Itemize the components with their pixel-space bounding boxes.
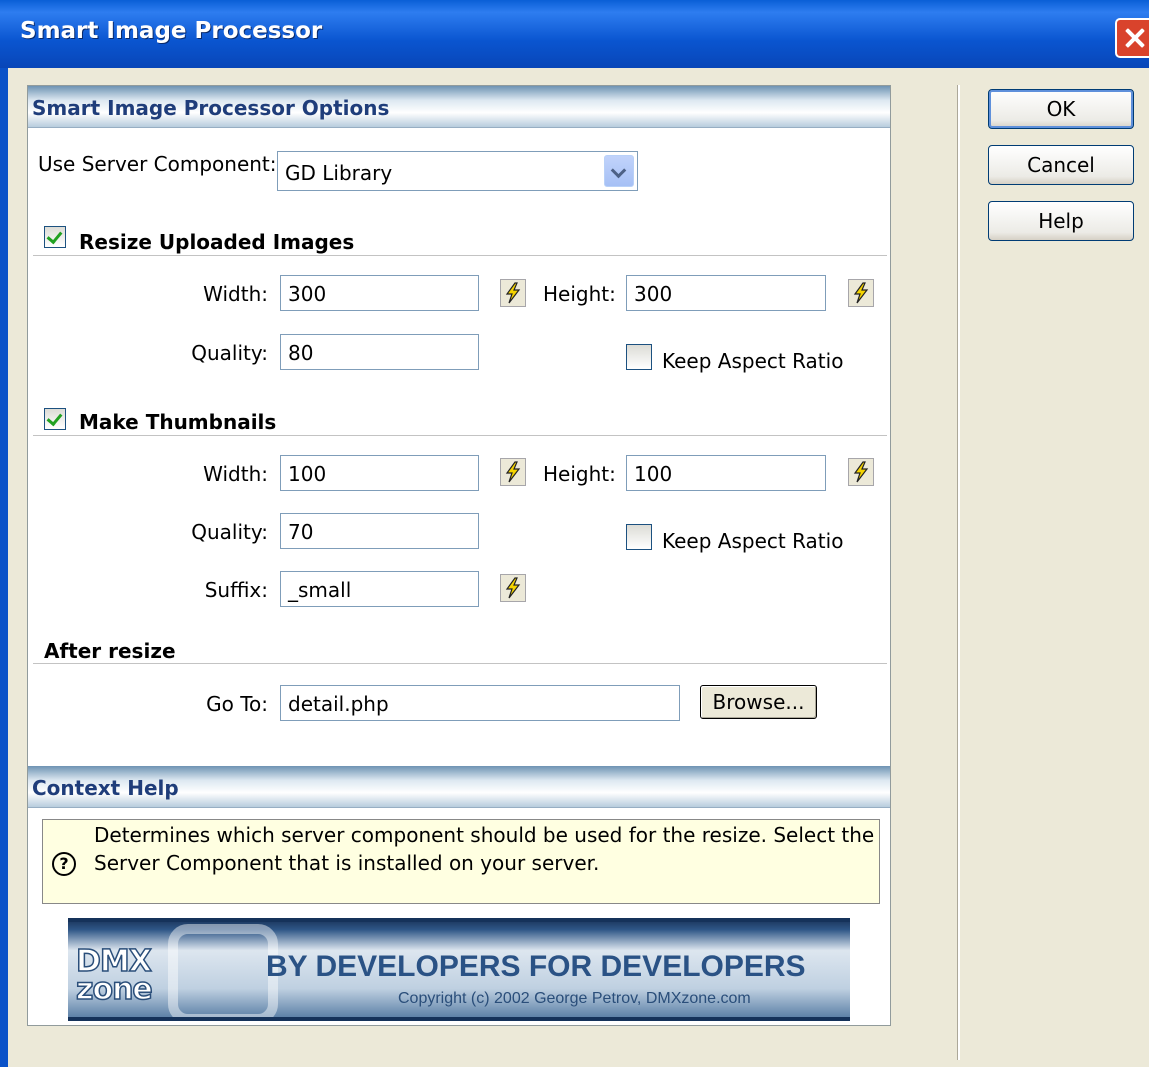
thumb-quality-input[interactable]: 70 — [280, 513, 479, 549]
after-resize-heading: After resize — [44, 639, 176, 663]
window-frame-left — [0, 68, 8, 1067]
resize-quality-input[interactable]: 80 — [280, 334, 479, 370]
lightning-bolt-icon[interactable] — [500, 574, 526, 602]
banner-copyright: Copyright (c) 2002 George Petrov, DMXzon… — [398, 990, 751, 1007]
thumb-suffix-input[interactable]: _small — [280, 571, 479, 607]
banner-slogan: BY DEVELOPERS FOR DEVELOPERS — [266, 950, 806, 983]
lightning-bolt-icon[interactable] — [848, 279, 874, 307]
resize-quality-label: Quality: — [191, 341, 268, 365]
thumb-quality-label: Quality: — [191, 520, 268, 544]
close-icon[interactable] — [1115, 18, 1149, 58]
thumb-height-label: Height: — [543, 462, 616, 486]
context-help-line2: Server Component that is installed on yo… — [94, 851, 600, 875]
resize-width-label: Width: — [203, 282, 268, 306]
cancel-button[interactable]: Cancel — [988, 145, 1134, 185]
resize-width-input[interactable]: 300 — [280, 275, 479, 311]
goto-label: Go To: — [206, 692, 268, 716]
divider — [33, 435, 887, 436]
divider — [33, 255, 887, 256]
resize-keep-aspect-label: Keep Aspect Ratio — [662, 349, 844, 373]
server-component-select[interactable]: GD Library — [277, 151, 638, 191]
divider — [33, 663, 887, 664]
dmxzone-logo: DMX zone — [75, 946, 153, 1007]
options-header: Smart Image Processor Options — [28, 86, 890, 128]
resize-keep-aspect-checkbox[interactable] — [626, 344, 652, 370]
resize-height-input[interactable]: 300 — [626, 275, 826, 311]
dmxzone-banner: DMX zone BY DEVELOPERS FOR DEVELOPERS Co… — [68, 918, 850, 1021]
window-title: Smart Image Processor — [20, 18, 323, 44]
goto-input[interactable]: detail.php — [280, 685, 680, 721]
resize-height-label: Height: — [543, 282, 616, 306]
server-component-label: Use Server Component: — [38, 152, 277, 176]
thumb-suffix-label: Suffix: — [204, 578, 268, 602]
question-icon: ? — [52, 852, 76, 876]
server-component-value: GD Library — [285, 161, 393, 185]
lightning-bolt-icon[interactable] — [500, 279, 526, 307]
thumb-keep-aspect-checkbox[interactable] — [626, 524, 652, 550]
vertical-divider — [957, 85, 960, 1060]
resize-images-checkbox[interactable] — [44, 226, 66, 248]
lightning-bolt-icon[interactable] — [848, 458, 874, 486]
context-help-header: Context Help — [28, 766, 890, 808]
banner-watermark-icon — [168, 924, 278, 1017]
make-thumbnails-checkbox[interactable] — [44, 408, 66, 430]
thumb-height-input[interactable]: 100 — [626, 455, 826, 491]
ok-button[interactable]: OK — [988, 89, 1134, 129]
resize-images-label: Resize Uploaded Images — [79, 230, 355, 254]
lightning-bolt-icon[interactable] — [500, 458, 526, 486]
logo-line-2: zone — [75, 972, 153, 1007]
thumb-width-label: Width: — [203, 462, 268, 486]
thumb-keep-aspect-label: Keep Aspect Ratio — [662, 529, 844, 553]
make-thumbnails-label: Make Thumbnails — [79, 410, 277, 434]
help-button[interactable]: Help — [988, 201, 1134, 241]
thumb-width-input[interactable]: 100 — [280, 455, 479, 491]
context-help-line1: Determines which server component should… — [94, 823, 875, 847]
browse-button[interactable]: Browse... — [700, 685, 817, 719]
chevron-down-icon[interactable] — [604, 155, 634, 187]
